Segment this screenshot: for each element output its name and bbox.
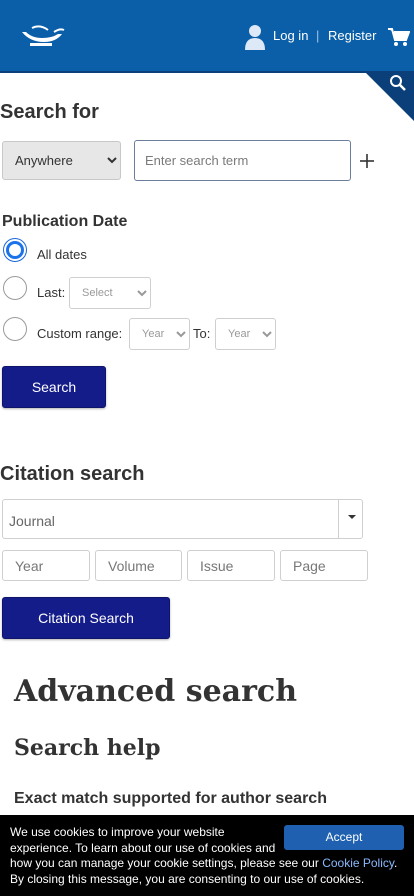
- header-separator: |: [316, 28, 320, 43]
- journal-combobox[interactable]: Journal: [2, 499, 363, 539]
- search-for-title: Search for: [0, 101, 99, 123]
- search-toggle[interactable]: [364, 71, 414, 121]
- lamp-logo-icon[interactable]: [18, 22, 66, 48]
- citation-search-button[interactable]: Citation Search: [2, 597, 170, 639]
- search-scope-select[interactable]: Anywhere: [2, 141, 121, 180]
- radio-last[interactable]: [3, 276, 27, 300]
- journal-placeholder: Journal: [9, 513, 55, 529]
- citation-volume-input[interactable]: [95, 550, 182, 581]
- custom-range-label: Custom range:: [37, 326, 123, 341]
- cookie-text-before: We use cookies to improve your website e…: [10, 825, 323, 870]
- publication-date-title: Publication Date: [2, 213, 128, 230]
- cookie-message: We use cookies to improve your website e…: [10, 825, 408, 887]
- exact-match-text: Exact match supported for author search: [14, 790, 327, 807]
- site-header: Log in | Register: [0, 0, 414, 71]
- year-from-select[interactable]: Year: [129, 318, 190, 350]
- plus-icon[interactable]: [357, 151, 377, 171]
- year-to-select[interactable]: Year: [215, 318, 276, 350]
- search-help-heading[interactable]: Search help: [14, 735, 161, 761]
- cookie-banner: Accept We use cookies to improve your we…: [0, 815, 414, 896]
- all-dates-label: All dates: [37, 247, 87, 262]
- login-link[interactable]: Log in: [273, 28, 308, 43]
- cart-icon[interactable]: [388, 27, 410, 47]
- citation-search-title: Citation search: [0, 463, 145, 485]
- caret-down-icon[interactable]: [346, 512, 358, 522]
- citation-year-input[interactable]: [2, 550, 90, 581]
- journal-divider: [338, 500, 339, 538]
- radio-custom-range[interactable]: [3, 317, 27, 341]
- advanced-search-heading[interactable]: Advanced search: [14, 674, 297, 709]
- register-link[interactable]: Register: [328, 28, 376, 43]
- header-divider: [0, 71, 414, 73]
- user-icon: [245, 25, 265, 50]
- search-button[interactable]: Search: [2, 366, 106, 408]
- citation-issue-input[interactable]: [187, 550, 275, 581]
- last-period-select[interactable]: Select: [69, 277, 151, 309]
- citation-page-input[interactable]: [280, 550, 368, 581]
- cookie-policy-link[interactable]: Cookie Policy: [322, 856, 394, 870]
- last-label: Last:: [37, 285, 66, 300]
- to-label: To:: [193, 326, 211, 341]
- search-term-input[interactable]: [134, 140, 351, 181]
- radio-all-dates[interactable]: [3, 238, 27, 262]
